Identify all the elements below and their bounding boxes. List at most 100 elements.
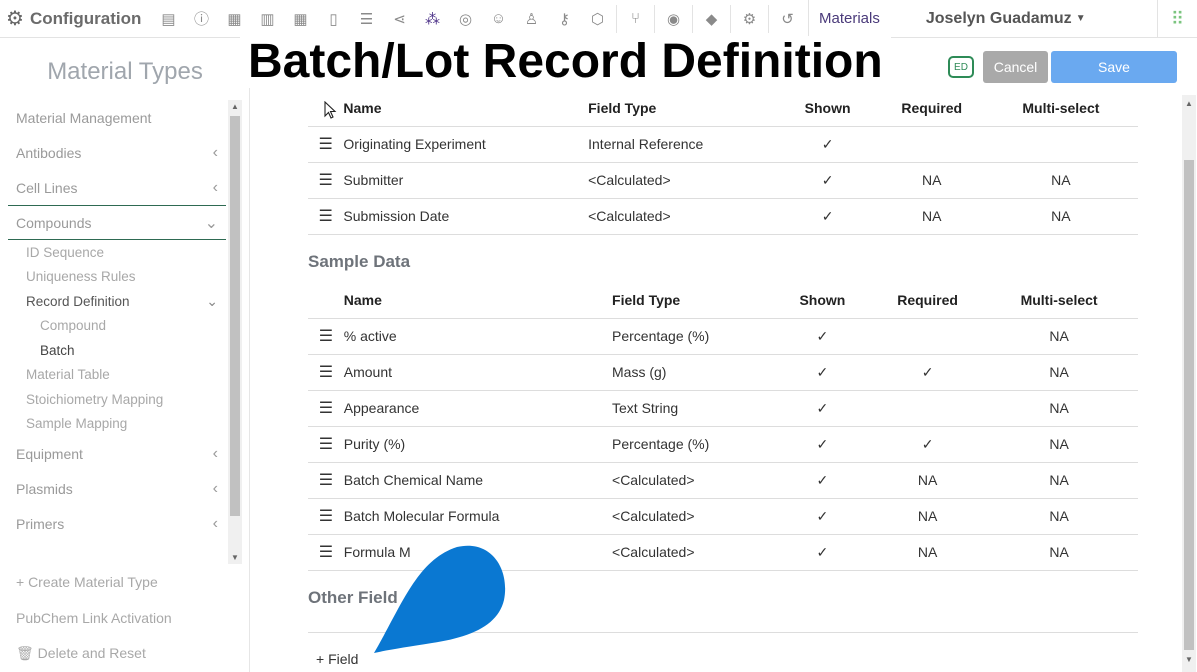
create-material-type-link[interactable]: + Create Material Type [16,574,158,590]
key-icon[interactable]: ⚷ [548,0,581,38]
sidebar-item-label: Stoichiometry Mapping [26,391,164,407]
field-type: <Calculated> [588,198,776,235]
handle-header [308,283,344,319]
sidebar-item-sample-mapping[interactable]: Sample Mapping [8,412,226,437]
table-header-row: Name Field Type Shown Required Multi-sel… [308,91,1138,127]
column-header-multi-select: Multi-select [983,91,1138,127]
molecule-icon[interactable]: ⁂ [416,0,449,38]
add-field-button[interactable]: + Field [316,651,358,667]
drag-handle-icon[interactable]: ☰ [308,126,344,163]
sidebar-item-equipment[interactable]: Equipment ‹ [8,436,226,471]
badge-icon[interactable]: ◎ [449,0,482,38]
table-alt-icon[interactable]: ▦ [284,0,317,38]
scroll-down-arrow-icon[interactable]: ▼ [228,553,242,562]
scrollbar-thumb[interactable] [230,116,240,516]
chevron-left-icon: ‹ [212,444,218,462]
drag-handle-icon[interactable]: ☰ [308,162,344,199]
brand[interactable]: ⚙ Configuration [0,6,152,31]
user-icon[interactable]: ♙ [515,0,548,38]
sidebar-item-label: Material Management [16,109,152,126]
field-name: Amount [343,354,613,391]
table-row[interactable]: ☰ Originating Experiment Internal Refere… [308,126,1138,163]
field-type: <Calculated> [612,462,770,499]
multi-select-cell: NA [980,462,1138,499]
table-row[interactable]: ☰ Submitter <Calculated> ✓ NA NA [308,162,1138,199]
delete-and-reset-link[interactable]: 🗑 Delete and Reset [16,645,146,662]
table-row[interactable]: ☰ % active Percentage (%) ✓ NA [308,318,1138,355]
field-name: Originating Experiment [343,126,589,163]
table-icon[interactable]: ▦ [218,0,251,38]
sidebar-item-primers[interactable]: Primers ‹ [8,506,226,541]
sidebar-item-id-sequence[interactable]: ID Sequence [8,240,226,265]
apps-grid-icon[interactable]: ⠿ [1157,0,1197,38]
sidebar-item-material-management[interactable]: Material Management [8,100,226,135]
required-cell: NA [874,462,981,499]
sidebar-item-material-table[interactable]: Material Table [8,363,226,388]
sidebar-item-label: Plasmids [16,480,73,497]
table-row[interactable]: ☰ Batch Molecular Formula <Calculated> ✓… [308,498,1138,535]
sidebar-item-plasmids[interactable]: Plasmids ‹ [8,471,226,506]
chevron-left-icon: ‹ [212,178,218,196]
sidebar-item-batch[interactable]: Batch [8,338,226,363]
users-icon[interactable]: ☺ [482,0,515,38]
multi-select-cell: NA [983,198,1138,235]
cancel-button[interactable]: Cancel [983,51,1048,83]
field-name: Appearance [343,390,613,427]
multi-select-cell: NA [980,534,1138,571]
save-button[interactable]: Save [1051,51,1177,83]
scroll-up-arrow-icon[interactable]: ▲ [1182,99,1196,108]
column-header-shown: Shown [769,283,875,319]
database-icon[interactable]: ☰ [350,0,383,38]
drag-handle-icon[interactable]: ☰ [308,198,344,235]
table-row[interactable]: ☰ Submission Date <Calculated> ✓ NA NA [308,198,1138,235]
toolbar-divider [730,4,731,33]
drag-handle-icon[interactable]: ☰ [308,498,344,535]
user-menu[interactable]: Joselyn Guadamuz ▼ [926,10,1086,28]
drag-handle-icon[interactable]: ☰ [308,318,344,355]
sidebar-item-uniqueness-rules[interactable]: Uniqueness Rules [8,265,226,290]
table-row[interactable]: ☰ Appearance Text String ✓ NA [308,390,1138,427]
column-header-field-type: Field Type [612,283,770,319]
sidebar-item-cell-lines[interactable]: Cell Lines ‹ [8,170,226,205]
sidebar-scrollbar[interactable]: ▲ ▼ [228,100,242,564]
share-icon[interactable]: ⋖ [383,0,416,38]
notebook-icon[interactable]: ▥ [251,0,284,38]
materials-link[interactable]: Materials [808,0,900,38]
table-row[interactable]: ☰ Amount Mass (g) ✓ ✓ NA [308,354,1138,391]
shown-check-icon: ✓ [769,318,875,355]
sidebar-item-compounds[interactable]: Compounds ⌄ [8,205,226,240]
required-cell [874,318,981,355]
field-name: Batch Chemical Name [343,462,613,499]
cube-icon[interactable]: ⬡ [581,0,614,38]
sidebar-item-compound[interactable]: Compound [8,314,226,339]
sidebar-item-label: ID Sequence [26,244,105,260]
drag-handle-icon[interactable]: ☰ [308,426,344,463]
drag-handle-icon[interactable]: ☰ [308,462,344,499]
sidebar-item-antibodies[interactable]: Antibodies ‹ [8,135,226,170]
scroll-down-arrow-icon[interactable]: ▼ [1182,655,1196,664]
required-check-icon: ✓ [874,354,981,391]
scrollbar-thumb[interactable] [1184,160,1194,650]
sidebar-item-record-definition[interactable]: Record Definition ⌄ [8,289,226,314]
document-icon[interactable]: ▯ [317,0,350,38]
office-icon[interactable]: ◆ [695,0,728,38]
drag-handle-icon[interactable]: ☰ [308,354,344,391]
history-icon[interactable]: ↺ [771,0,804,38]
sidebar-item-label: Primers [16,515,65,532]
drag-handle-icon[interactable]: ☰ [308,390,344,427]
sidebar-item-label: Uniqueness Rules [26,269,136,285]
info-icon[interactable]: ⓘ [185,0,218,38]
pubchem-link-activation[interactable]: PubChem Link Activation [16,610,172,626]
workflow-icon[interactable]: ⑂ [619,0,652,38]
table-row[interactable]: ☰ Batch Chemical Name <Calculated> ✓ NA … [308,462,1138,499]
location-icon[interactable]: ◉ [657,0,690,38]
gears-icon[interactable]: ⚙ [733,0,766,38]
table-row[interactable]: ☰ Purity (%) Percentage (%) ✓ ✓ NA [308,426,1138,463]
required-cell [879,126,984,163]
main-scrollbar[interactable]: ▲ ▼ [1182,95,1196,672]
required-cell: NA [874,534,981,571]
grid-icon[interactable]: ▤ [152,0,185,38]
sidebar-item-stoichiometry-mapping[interactable]: Stoichiometry Mapping [8,387,226,412]
scroll-up-arrow-icon[interactable]: ▲ [228,102,242,111]
drag-handle-icon[interactable]: ☰ [308,534,344,571]
